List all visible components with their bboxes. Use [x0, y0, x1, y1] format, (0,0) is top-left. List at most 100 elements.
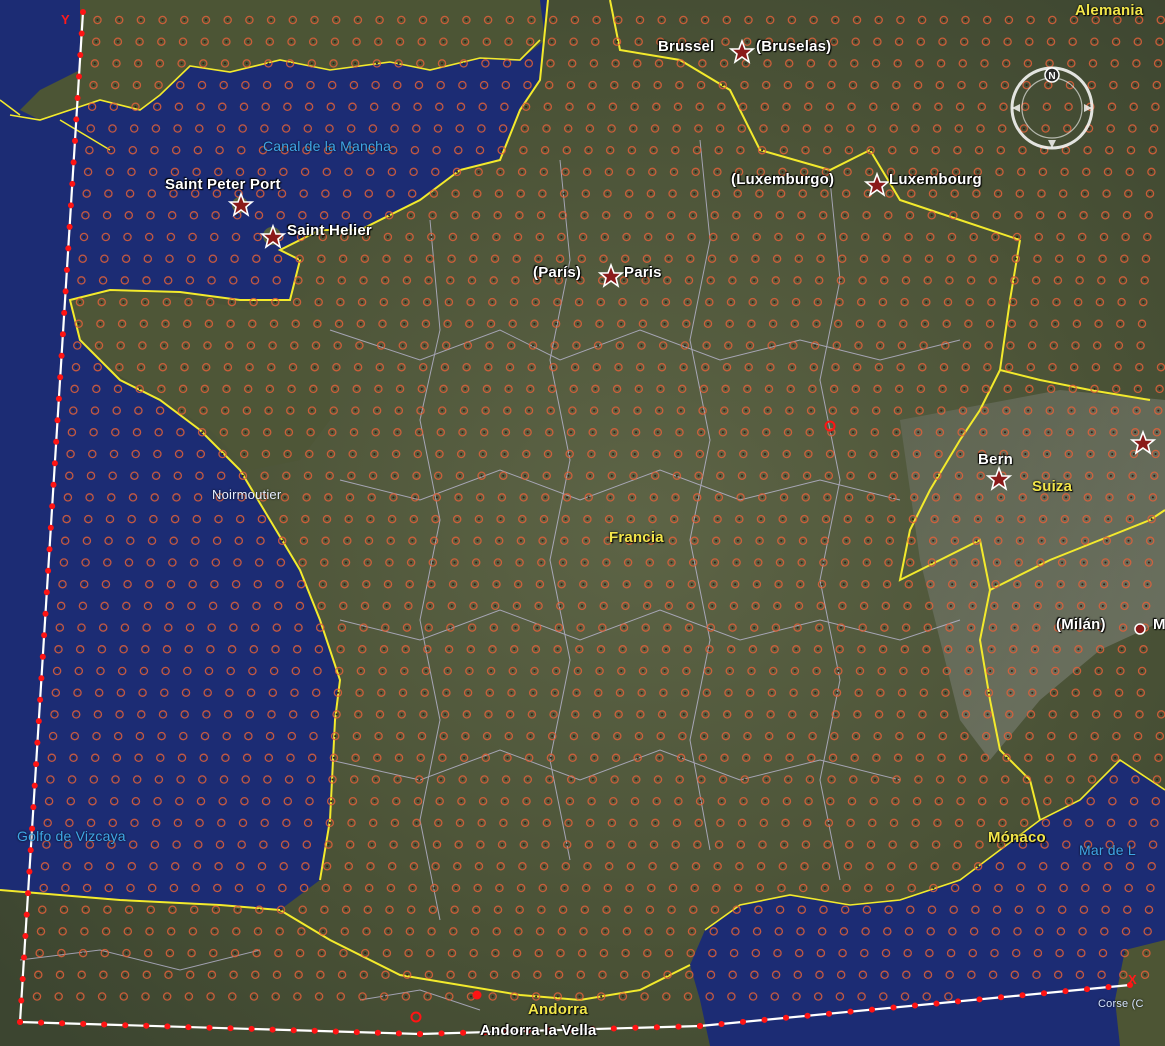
- grid-point-center: [532, 691, 535, 694]
- grid-point-center: [393, 474, 396, 477]
- grid-point-center: [952, 561, 955, 564]
- label-milan[interactable]: (Milán): [1056, 616, 1106, 633]
- grid-point-center: [732, 604, 735, 607]
- grid-point-center: [533, 322, 536, 325]
- grid-point-center: [904, 995, 906, 998]
- grid-point-center: [765, 431, 768, 434]
- grid-point-center: [430, 930, 433, 933]
- grid-point-center: [1104, 561, 1107, 564]
- label-brussel[interactable]: Brussel: [658, 38, 714, 55]
- grid-point-center: [149, 214, 152, 217]
- label-luxemburgo[interactable]: (Luxemburgo): [731, 171, 834, 188]
- grid-point-center: [214, 561, 217, 564]
- label-saint-helier[interactable]: Saint Helier: [287, 222, 372, 239]
- grid-point-center: [241, 474, 244, 477]
- grid-point-center: [971, 257, 974, 260]
- label-alemania[interactable]: Alemania: [1075, 2, 1143, 19]
- grid-point-center: [201, 778, 204, 781]
- grid-point-center: [118, 19, 121, 21]
- grid-point-center: [799, 583, 802, 586]
- label-golfo-vizcaya[interactable]: Golfo de Vizcaya: [17, 828, 126, 844]
- grid-point-center: [399, 40, 401, 43]
- label-monaco[interactable]: Mónaco: [988, 829, 1046, 846]
- grid-point-center: [605, 214, 608, 217]
- grid-point-center: [293, 344, 296, 347]
- compass-direction-arrows-icon[interactable]: [1012, 104, 1092, 148]
- grid-point-center: [114, 84, 117, 87]
- grid-point-center: [439, 431, 442, 434]
- grid-point-center: [795, 995, 798, 998]
- grid-point-center: [970, 626, 973, 629]
- label-paris-es[interactable]: (París): [533, 264, 581, 281]
- grid-point-center: [221, 105, 224, 108]
- label-noirmoutier[interactable]: Noirmoutier: [212, 487, 281, 502]
- label-bern[interactable]: Bern: [978, 451, 1013, 468]
- grid-point-center: [667, 257, 670, 260]
- grid-point-center: [445, 691, 448, 694]
- grid-point-center: [109, 865, 112, 868]
- compass-control[interactable]: N: [1006, 62, 1098, 154]
- grid-point-center: [576, 322, 579, 325]
- grid-point-center: [472, 952, 475, 955]
- grid-point-center: [769, 713, 772, 716]
- grid-point-center: [65, 518, 68, 521]
- grid-point-center: [951, 930, 954, 933]
- label-milan-cut[interactable]: M: [1153, 616, 1165, 633]
- grid-point-center: [963, 387, 966, 390]
- grid-point-center: [696, 496, 699, 499]
- map-viewport[interactable]: Alemania Brussel (Bruselas) Canal de la …: [0, 0, 1165, 1046]
- grid-point-center: [465, 713, 468, 716]
- grid-point-center: [430, 236, 433, 238]
- grid-point-center: [700, 431, 703, 434]
- grid-point-center: [210, 973, 213, 976]
- grid-point-center: [1124, 236, 1127, 238]
- boundary-point: [460, 1029, 467, 1036]
- grid-point-center: [717, 496, 720, 499]
- label-canal-mancha[interactable]: Canal de la Mancha: [263, 138, 391, 154]
- label-francia[interactable]: Francia: [609, 529, 664, 546]
- grid-point-center: [355, 40, 358, 43]
- grid-point-center: [1109, 127, 1112, 130]
- grid-point-center: [782, 149, 785, 152]
- grid-point-center: [990, 301, 993, 304]
- grid-point-center: [704, 19, 707, 21]
- grid-point-center: [129, 887, 132, 889]
- grid-point-center: [381, 322, 384, 325]
- grid-point-center: [383, 995, 386, 998]
- grid-point-center: [849, 821, 852, 824]
- grid-point-center: [917, 84, 920, 87]
- boundary-point: [206, 1024, 213, 1031]
- grid-point-center: [617, 19, 620, 21]
- boundary-point: [653, 1024, 660, 1031]
- boundary-point: [76, 73, 82, 80]
- grid-point-center: [443, 366, 446, 369]
- grid-point-center: [951, 236, 953, 238]
- label-mar-de-l[interactable]: Mar de L: [1079, 842, 1136, 858]
- grid-point-center: [924, 670, 927, 672]
- grid-point-center: [800, 908, 803, 911]
- label-saint-peter-port[interactable]: Saint Peter Port: [165, 176, 281, 193]
- grid-point-center: [1058, 257, 1061, 260]
- label-paris[interactable]: Paris: [624, 264, 662, 281]
- label-andorra-la-vella[interactable]: Andorra la Vella: [480, 1022, 597, 1039]
- grid-point-center: [567, 127, 570, 130]
- grid-point-center: [287, 84, 290, 87]
- grid-point-center: [1122, 973, 1125, 976]
- label-andorra[interactable]: Andorra: [528, 1001, 588, 1018]
- grid-point-center: [72, 756, 75, 759]
- grid-point-center: [683, 344, 686, 347]
- grid-point-center: [1108, 149, 1111, 152]
- grid-point-center: [361, 301, 364, 304]
- grid-point-center: [325, 170, 328, 173]
- grid-point-center: [1035, 973, 1038, 976]
- highlight-point: [472, 990, 482, 1000]
- grid-point-center: [1025, 778, 1028, 781]
- grid-point-center: [320, 952, 323, 955]
- label-suiza[interactable]: Suiza: [1032, 478, 1072, 495]
- grid-point-center: [426, 301, 429, 304]
- grid-point-center: [1097, 322, 1100, 325]
- grid-point-center: [232, 279, 235, 282]
- label-luxembourg[interactable]: Luxembourg: [889, 171, 982, 188]
- label-bruselas[interactable]: (Bruselas): [756, 38, 831, 55]
- label-corse[interactable]: Corse (C: [1098, 998, 1144, 1010]
